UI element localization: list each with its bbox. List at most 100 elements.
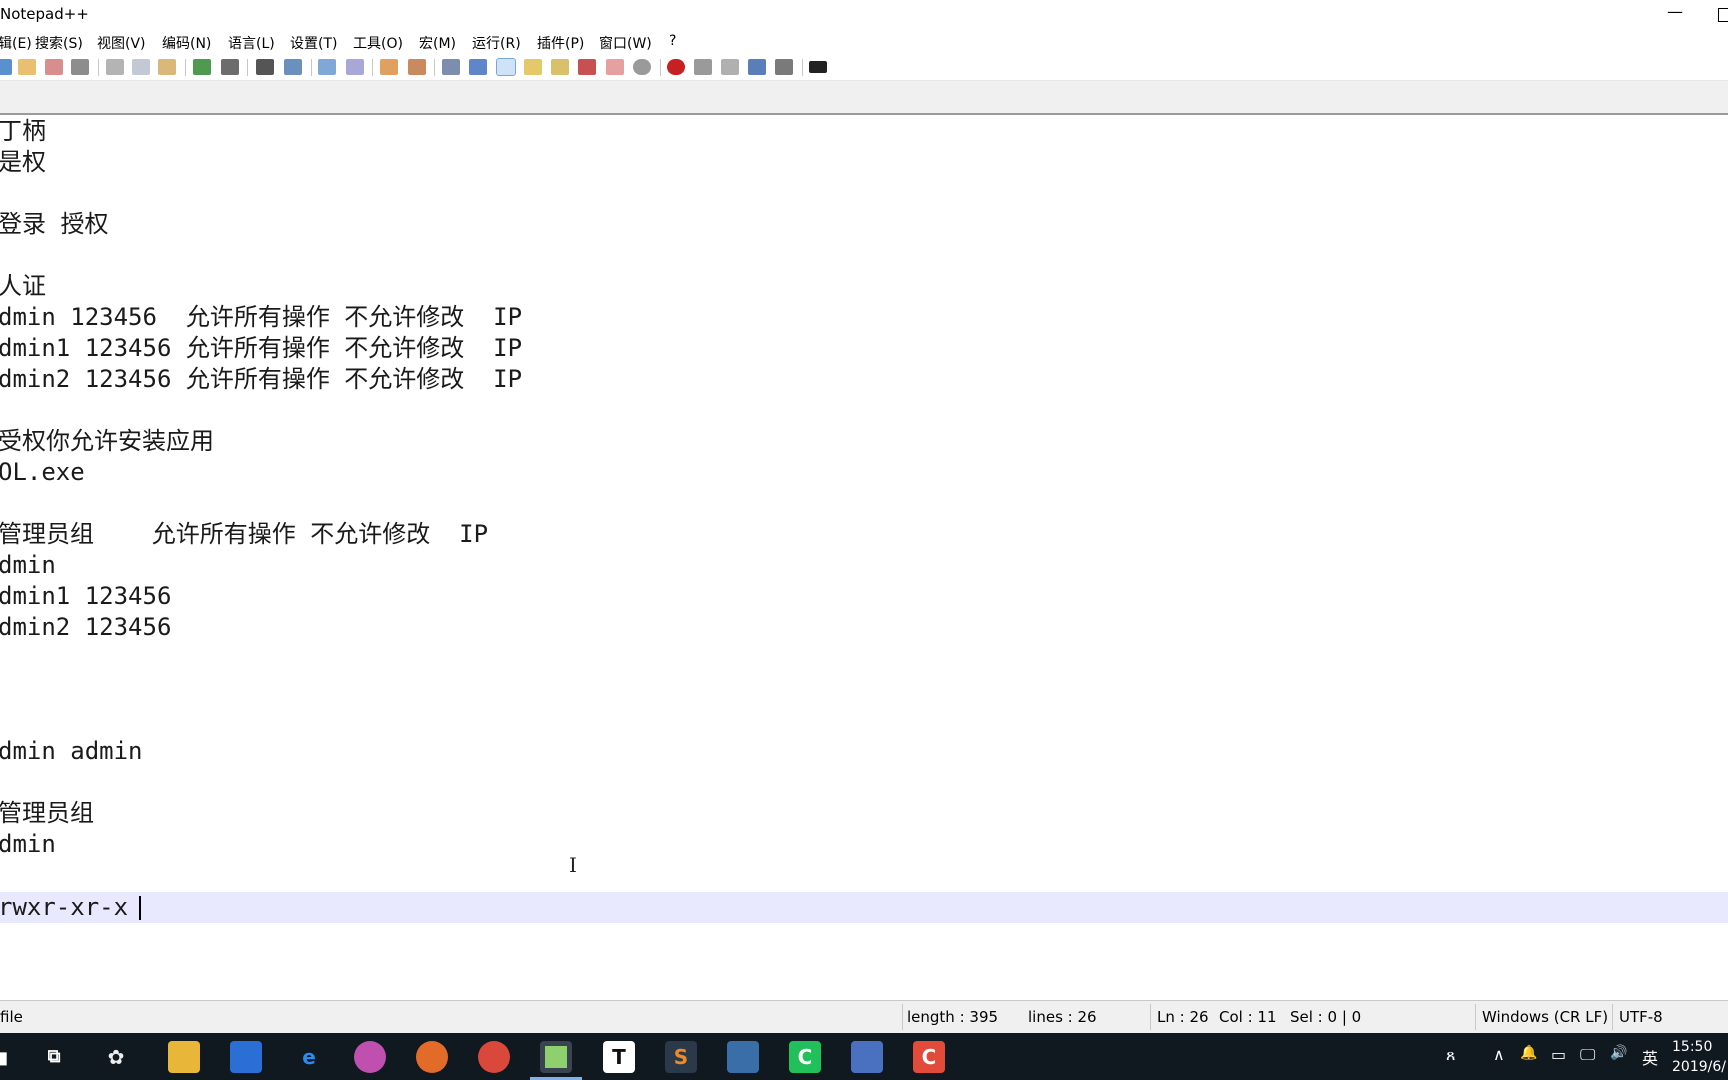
user-lang-icon[interactable]: [524, 59, 542, 75]
markdown-icon[interactable]: [809, 61, 827, 73]
input-method-indicator[interactable]: 英: [1642, 1045, 1658, 1069]
minimize-button[interactable]: —: [1662, 2, 1688, 28]
maximize-button[interactable]: [1718, 8, 1728, 22]
copy-icon[interactable]: [132, 59, 150, 75]
typora-icon[interactable]: T: [603, 1041, 635, 1073]
menu-run[interactable]: 运行(R): [472, 33, 521, 53]
text-caret: [139, 896, 141, 920]
zoom-in-icon[interactable]: [318, 59, 336, 75]
notepad-plus-plus-window: Notepad++ — 辑(E) 搜索(S) 视图(V) 编码(N) 语言(L)…: [0, 0, 1728, 1080]
word-wrap-icon[interactable]: [442, 59, 460, 75]
record-macro-icon[interactable]: [667, 59, 685, 75]
menu-bar: 辑(E) 搜索(S) 视图(V) 编码(N) 语言(L) 设置(T) 工具(O)…: [0, 30, 1728, 53]
show-all-chars-icon[interactable]: [469, 59, 487, 75]
monitoring-icon[interactable]: [633, 59, 651, 75]
clock-date: 2019/6/: [1672, 1059, 1726, 1075]
play-macro-icon[interactable]: [721, 59, 739, 75]
toolbar: [0, 53, 1728, 81]
save-macro-icon[interactable]: [775, 59, 793, 75]
save-icon[interactable]: [45, 59, 63, 75]
notification-icon[interactable]: 🔔: [1520, 1045, 1537, 1061]
menu-search[interactable]: 搜索(S): [35, 33, 83, 53]
clock[interactable]: 15:50 2019/6/: [1672, 1037, 1726, 1077]
replace-icon[interactable]: [284, 59, 302, 75]
people-icon[interactable]: ጸ: [1446, 1045, 1455, 1065]
zoom-out-icon[interactable]: [346, 59, 364, 75]
editor-line: dmin2 123456: [0, 613, 172, 641]
network-icon[interactable]: 🖵: [1580, 1045, 1595, 1065]
editor-line: dmin: [0, 830, 56, 858]
stop-record-icon[interactable]: [694, 59, 712, 75]
status-encoding: UTF-8: [1619, 1008, 1663, 1026]
taskbar: ◼ ⧉ ✿ e T S C C ጸ ∧ 🔔 ▭ 🖵 🔊 英 15:50 2019…: [0, 1033, 1728, 1080]
run-macro-multiple-icon[interactable]: [748, 59, 766, 75]
editor-line: OL.exe: [0, 458, 85, 486]
editor-line: dmin1 123456: [0, 582, 172, 610]
edge-icon[interactable]: e: [293, 1041, 325, 1073]
undo-icon[interactable]: [193, 59, 211, 75]
store-icon[interactable]: [230, 1041, 262, 1073]
sublime-icon[interactable]: S: [665, 1041, 697, 1073]
remote-desktop-icon[interactable]: [727, 1041, 759, 1073]
menu-edit[interactable]: 辑(E): [0, 33, 32, 53]
app-icon[interactable]: ✿: [100, 1041, 132, 1073]
firefox-icon[interactable]: [416, 1041, 448, 1073]
menu-settings[interactable]: 设置(T): [290, 33, 337, 53]
indent-guide-icon[interactable]: [496, 58, 516, 76]
sync-vertical-icon[interactable]: [380, 59, 398, 75]
task-view-icon[interactable]: ⧉: [38, 1041, 70, 1073]
text-editor[interactable]: 丁柄 是权 登录 授权 人证 dmin 123456 允许所有操作 不允许修改 …: [0, 116, 1728, 1000]
new-icon[interactable]: [0, 59, 12, 75]
tab-bar: [0, 81, 1728, 115]
redo-icon[interactable]: [221, 59, 239, 75]
folder-workspace-icon[interactable]: [606, 59, 624, 75]
pycharm-icon[interactable]: C: [789, 1041, 821, 1073]
editor-line-current: rwxr-xr-x: [0, 893, 129, 921]
menu-encoding[interactable]: 编码(N): [162, 33, 211, 53]
windows-icon[interactable]: ◼: [0, 1041, 16, 1073]
cut-icon[interactable]: [106, 59, 124, 75]
color-app-icon[interactable]: [354, 1041, 386, 1073]
status-col: Col : 11: [1219, 1008, 1277, 1026]
menu-language[interactable]: 语言(L): [228, 33, 275, 53]
open-icon[interactable]: [18, 59, 36, 75]
find-icon[interactable]: [256, 59, 274, 75]
menu-view[interactable]: 视图(V): [97, 33, 146, 53]
chrome-icon[interactable]: [478, 1041, 510, 1073]
clion-icon[interactable]: C: [913, 1041, 945, 1073]
menu-macro[interactable]: 宏(M): [419, 33, 456, 53]
notepad-plus-plus-icon[interactable]: [540, 1041, 572, 1073]
editor-line: dmin admin: [0, 737, 143, 765]
editor-line: dmin2 123456 允许所有操作 不允许修改 IP: [0, 365, 523, 393]
menu-help[interactable]: ?: [669, 33, 676, 49]
paste-icon[interactable]: [158, 59, 176, 75]
menu-plugins[interactable]: 插件(P): [537, 33, 584, 53]
editor-line: 登录 授权: [0, 210, 109, 238]
clock-time: 15:50: [1672, 1039, 1713, 1055]
volume-icon[interactable]: 🔊: [1610, 1045, 1627, 1061]
editor-line: 人证: [0, 272, 46, 300]
network-app-icon[interactable]: [851, 1041, 883, 1073]
print-icon[interactable]: [71, 59, 89, 75]
menu-tools[interactable]: 工具(O): [353, 33, 403, 53]
ibeam-cursor: I: [569, 853, 577, 877]
editor-line: 是权: [0, 148, 46, 176]
doc-map-icon[interactable]: [551, 59, 569, 75]
status-sel: Sel : 0 | 0: [1290, 1008, 1362, 1026]
editor-line: 管理员组 允许所有操作 不允许修改 IP: [0, 520, 489, 548]
editor-line: 受权你允许安装应用: [0, 427, 214, 455]
function-list-icon[interactable]: [578, 59, 596, 75]
menu-window[interactable]: 窗口(W): [599, 33, 652, 53]
file-explorer-icon[interactable]: [168, 1041, 200, 1073]
status-filetype: file: [0, 1008, 23, 1026]
show-hidden-icons-icon[interactable]: ∧: [1493, 1045, 1505, 1064]
sync-horizontal-icon[interactable]: [408, 59, 426, 75]
battery-icon[interactable]: ▭: [1551, 1045, 1566, 1064]
